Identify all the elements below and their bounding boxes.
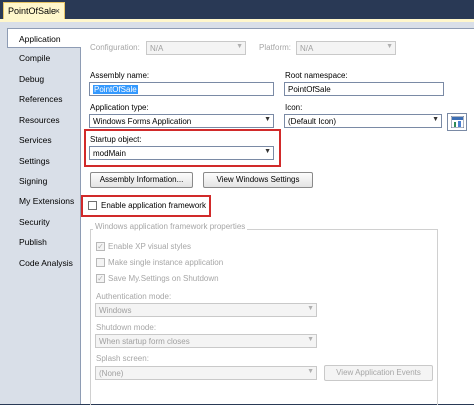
platform-value: N/A <box>300 44 314 53</box>
chevron-down-icon: ▼ <box>264 116 271 123</box>
shutdown-mode-dropdown[interactable]: When startup form closes ▼ <box>95 334 317 348</box>
sidebar-item-resources[interactable]: Resources <box>7 110 79 130</box>
sidebar-item-label: My Extensions <box>19 196 75 206</box>
sidebar-item-settings[interactable]: Settings <box>7 151 79 171</box>
framework-group-title: Windows application framework properties <box>93 222 248 231</box>
sidebar-item-label: Application <box>19 34 61 44</box>
view-windows-settings-button[interactable]: View Windows Settings <box>203 172 313 188</box>
application-type-value: Windows Forms Application <box>93 117 192 126</box>
root-namespace-value: PointOfSale <box>288 85 331 94</box>
auth-mode-label: Authentication mode: <box>96 292 172 301</box>
startup-object-label: Startup object: <box>90 135 142 144</box>
chevron-down-icon: ▼ <box>236 43 243 50</box>
sidebar-item-label: References <box>19 94 63 104</box>
icon-value: (Default Icon) <box>288 117 337 126</box>
document-tab[interactable]: PointOfSale × <box>3 2 65 20</box>
enable-framework-label: Enable application framework <box>101 201 206 210</box>
assembly-name-label: Assembly name: <box>90 71 150 80</box>
sidebar-item-publish[interactable]: Publish <box>7 232 79 252</box>
splash-screen-value: (None) <box>99 369 124 378</box>
chevron-down-icon: ▼ <box>264 148 271 155</box>
chevron-down-icon: ▼ <box>307 368 314 375</box>
root-namespace-input[interactable]: PointOfSale <box>284 82 444 96</box>
sidebar-item-label: Resources <box>19 115 60 125</box>
icon-dropdown[interactable]: (Default Icon) ▼ <box>284 114 442 128</box>
configuration-value: N/A <box>150 44 164 53</box>
auth-mode-dropdown[interactable]: Windows ▼ <box>95 303 317 317</box>
splash-screen-dropdown[interactable]: (None) ▼ <box>95 366 317 380</box>
close-icon[interactable]: × <box>55 6 60 16</box>
application-page: Configuration: N/A ▼ Platform: N/A ▼ Ass… <box>80 28 474 405</box>
sidebar-item-signing[interactable]: Signing <box>7 171 79 191</box>
startup-object-dropdown[interactable]: modMain ▼ <box>89 146 274 160</box>
sidebar-item-code-analysis[interactable]: Code Analysis <box>7 253 79 273</box>
startup-object-value: modMain <box>93 149 126 158</box>
chevron-down-icon: ▼ <box>307 305 314 312</box>
sidebar-item-label: Services <box>19 135 52 145</box>
sidebar-item-references[interactable]: References <box>7 89 79 109</box>
sidebar-item-label: Debug <box>19 74 45 84</box>
assembly-name-value: PointOfSale <box>93 85 138 94</box>
sidebar-item-label: Signing <box>19 176 48 186</box>
sidebar-item-application[interactable]: Application <box>7 28 81 48</box>
shutdown-mode-label: Shutdown mode: <box>96 323 157 332</box>
application-icon <box>451 116 464 128</box>
assembly-name-input[interactable]: PointOfSale <box>89 82 274 96</box>
save-settings-label: Save My.Settings on Shutdown <box>108 274 219 283</box>
chevron-down-icon: ▼ <box>307 336 314 343</box>
sidebar-item-my-extensions[interactable]: My Extensions <box>7 191 79 211</box>
platform-label: Platform: <box>259 43 292 52</box>
document-tabstrip <box>0 0 474 20</box>
auth-mode-value: Windows <box>99 306 132 315</box>
single-instance-checkbox[interactable] <box>96 258 105 267</box>
chevron-down-icon: ▼ <box>432 116 439 123</box>
icon-preview <box>447 113 467 131</box>
sidebar-item-label: Publish <box>19 237 47 247</box>
xp-styles-checkbox[interactable]: ✓ <box>96 242 105 251</box>
chevron-down-icon: ▼ <box>386 43 393 50</box>
icon-label: Icon: <box>285 103 303 112</box>
sidebar-item-compile[interactable]: Compile <box>7 48 79 68</box>
single-instance-label: Make single instance application <box>108 258 224 267</box>
sidebar-item-label: Settings <box>19 156 50 166</box>
xp-styles-label: Enable XP visual styles <box>108 242 192 251</box>
configuration-dropdown[interactable]: N/A ▼ <box>146 41 246 55</box>
sidebar-item-security[interactable]: Security <box>7 212 79 232</box>
shutdown-mode-value: When startup form closes <box>99 337 190 346</box>
application-type-dropdown[interactable]: Windows Forms Application ▼ <box>89 114 274 128</box>
sidebar-item-label: Security <box>19 217 50 227</box>
assembly-information-button[interactable]: Assembly Information... <box>90 172 193 188</box>
platform-dropdown[interactable]: N/A ▼ <box>296 41 396 55</box>
configuration-label: Configuration: <box>90 43 140 52</box>
sidebar: Application Compile Debug References Res… <box>7 28 81 398</box>
sidebar-item-debug[interactable]: Debug <box>7 69 79 89</box>
sidebar-item-label: Code Analysis <box>19 258 73 268</box>
document-tab-title: PointOfSale <box>8 6 57 16</box>
view-application-events-button[interactable]: View Application Events <box>324 365 433 381</box>
application-type-label: Application type: <box>90 103 149 112</box>
sidebar-item-label: Compile <box>19 53 51 63</box>
save-settings-checkbox[interactable]: ✓ <box>96 274 105 283</box>
splash-screen-label: Splash screen: <box>96 354 149 363</box>
enable-framework-checkbox[interactable] <box>88 201 97 210</box>
sidebar-item-services[interactable]: Services <box>7 130 79 150</box>
root-namespace-label: Root namespace: <box>285 71 348 80</box>
